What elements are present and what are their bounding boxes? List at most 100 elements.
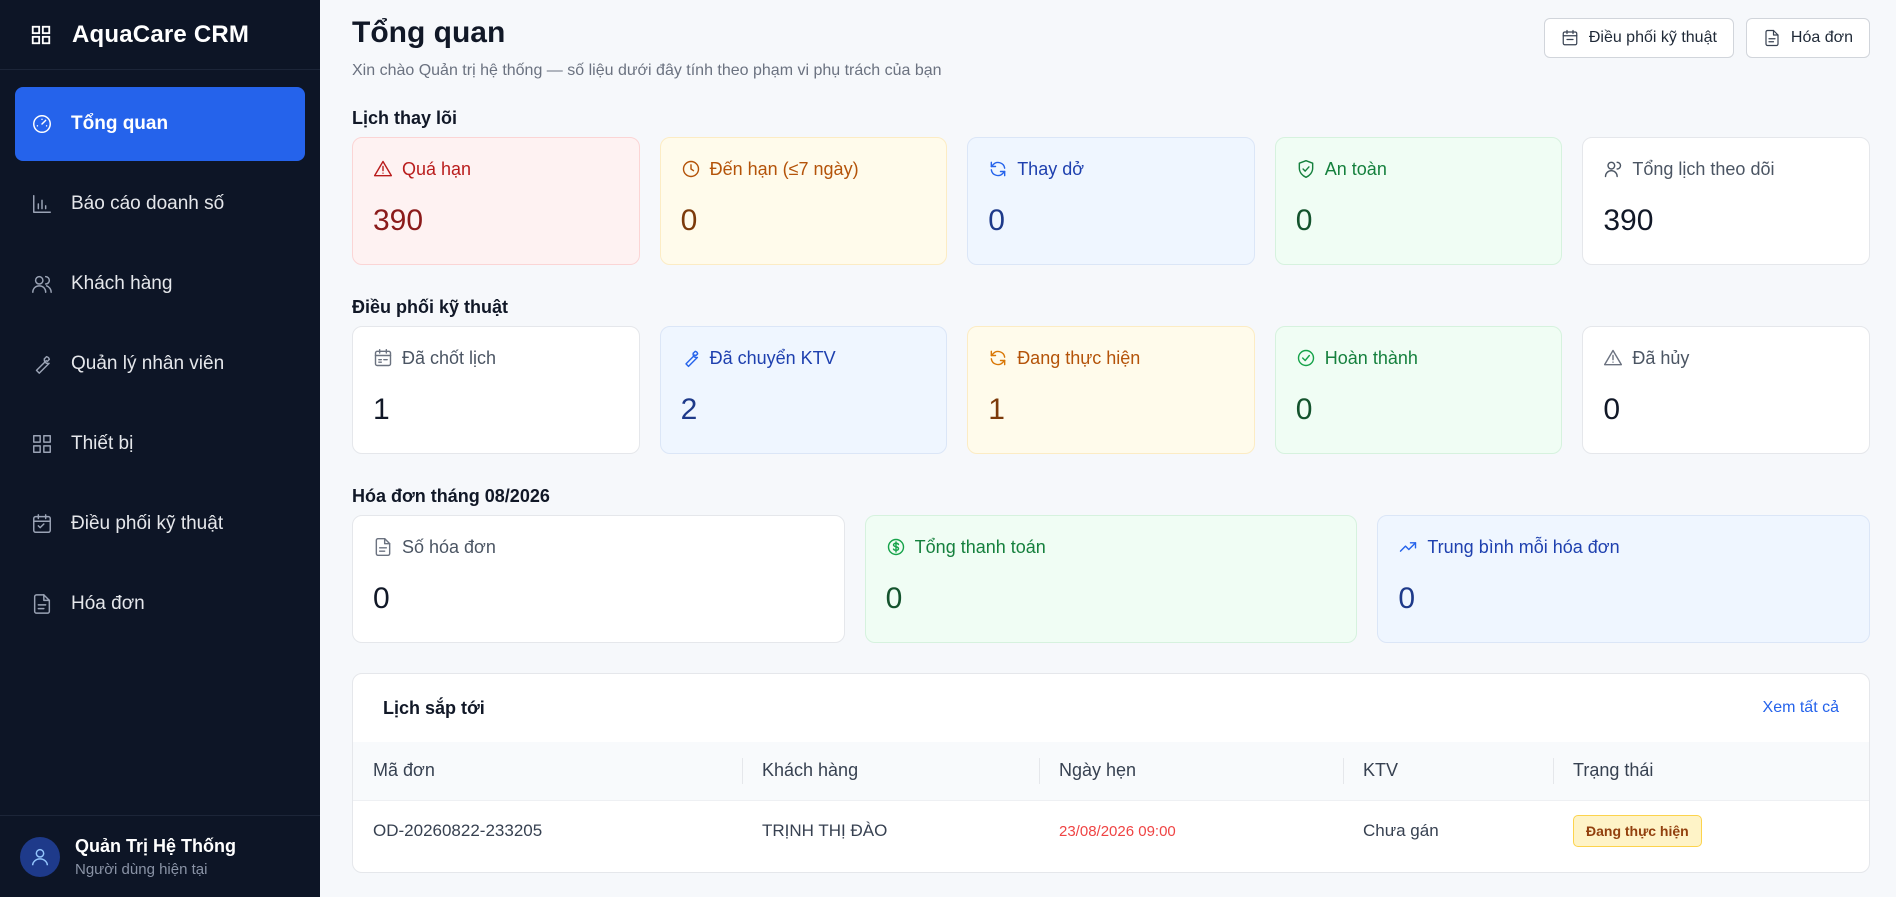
warning-icon [373,160,393,177]
card-label: Số hóa đơn [402,536,496,557]
card-value: 2 [680,393,698,426]
users-icon [31,273,53,295]
status-badge: Đang thực hiện [1573,815,1702,848]
card-label: Quá hạn [402,158,472,179]
card-value: 1 [988,393,1005,426]
users-icon [1605,161,1622,178]
current-user[interactable]: Quản Trị Hệ Thống Người dùng hiện tại [0,815,320,897]
customer-name: TRỊNH THỊ ĐÀO [762,821,888,841]
card-value: 0 [680,204,698,237]
cancelled-card[interactable]: Đã hủy 0 [1582,326,1870,454]
sidebar-item-sales-report[interactable]: Báo cáo doanh số [15,167,305,241]
card-label: Đang thực hiện [1017,347,1141,368]
sidebar-item-label: Quản lý nhân viên [71,353,225,374]
main-content: Tổng quan Xin chào Quản trị hệ thống — s… [320,0,1896,897]
user-role: Người dùng hiện tại [75,860,208,878]
invoice-cards: Số hóa đơn 0 Tổng thanh toán 0 Trung bìn… [352,515,1871,643]
sidebar-item-label: Thiết bị [71,433,134,454]
total-payment-card[interactable]: Tổng thanh toán 0 [864,515,1358,643]
clock-icon [682,160,699,178]
wrench-icon [684,350,698,368]
column-header-order-code[interactable]: Mã đơn [353,742,742,800]
check-circle-icon [1297,349,1314,367]
in-progress-card[interactable]: Đang thực hiện 1 [967,326,1255,454]
card-label: Đến hạn (≤7 ngày) [709,158,859,179]
card-value: 390 [1603,204,1654,237]
upcoming-panel-title: Lịch sắp tới [383,697,485,718]
sidebar-item-devices[interactable]: Thiết bị [15,407,305,481]
wrench-icon [31,353,53,375]
filter-schedule-cards: Quá hạn 390 Đến hạn (≤7 ngày) 0 Thay dở … [352,137,1870,265]
card-label: An toàn [1324,158,1387,179]
in-progress-replace-card[interactable]: Thay dở 0 [967,137,1255,265]
column-header-customer[interactable]: Khách hàng [742,742,1039,800]
dollar-circle-icon [887,538,904,556]
safe-card[interactable]: An toàn 0 [1274,137,1563,265]
upcoming-panel-header: Lịch sắp tới Xem tất cả [353,674,1869,742]
dispatch-cards: Đã chốt lịch 1 Đã chuyển KTV 2 Đang thực… [352,326,1870,454]
document-icon [31,593,53,615]
technician: Chưa gán [1363,821,1439,841]
calendar-icon [1562,29,1578,46]
sidebar-item-overview[interactable]: Tổng quan [15,87,305,161]
page-title: Tổng quan [352,16,506,49]
invoice-count-card[interactable]: Số hóa đơn 0 [352,515,845,643]
document-icon [1765,29,1779,47]
sidebar-item-invoices[interactable]: Hóa đơn [15,567,305,641]
assigned-technician-card[interactable]: Đã chuyển KTV 2 [659,326,948,454]
card-value: 390 [373,204,424,237]
scheduled-card[interactable]: Đã chốt lịch 1 [352,326,640,454]
sidebar-item-staff[interactable]: Quản lý nhân viên [15,327,305,401]
refresh-icon [990,350,1006,366]
card-label: Trung bình mỗi hóa đơn [1427,536,1620,557]
card-value: 0 [885,582,903,615]
card-value: 0 [1295,204,1313,237]
dispatch-section-title: Điều phối kỹ thuật [352,297,509,317]
average-invoice-card[interactable]: Trung bình mỗi hóa đơn 0 [1377,515,1871,643]
card-label: Đã hủy [1632,347,1690,368]
refresh-icon [990,161,1006,177]
column-header-status[interactable]: Trạng thái [1553,742,1869,800]
user-name: Quản Trị Hệ Thống [75,835,236,856]
table-row[interactable]: OD-20260822-233205 TRỊNH THỊ ĐÀO 23/08/2… [353,800,1869,862]
shield-check-icon [1298,159,1314,179]
sidebar: AquaCare CRM Tổng quan Báo cáo doanh số … [0,0,320,897]
sidebar-item-customers[interactable]: Khách hàng [15,247,305,321]
completed-card[interactable]: Hoàn thành 0 [1274,326,1563,454]
column-header-technician[interactable]: KTV [1343,742,1553,800]
brand: AquaCare CRM [0,0,320,70]
upcoming-panel: Lịch sắp tới Xem tất cả Mã đơn Khách hàn… [352,673,1870,873]
card-value: 0 [1603,393,1621,426]
calendar-icon [31,513,53,535]
overdue-card[interactable]: Quá hạn 390 [352,137,640,265]
bar-chart-icon [31,193,53,215]
card-value: 0 [1398,582,1416,615]
view-all-link[interactable]: Xem tất cả [1763,699,1839,717]
upcoming-table: Mã đơn Khách hàng Ngày hẹn KTV Trạng thá… [353,742,1869,862]
user-icon [31,848,49,865]
status-cell: Đang thực hiện [1553,800,1869,862]
table-header-row: Mã đơn Khách hàng Ngày hẹn KTV Trạng thá… [353,742,1869,800]
card-label: Đã chốt lịch [402,347,497,368]
calendar-icon [374,348,392,367]
page-header: Tổng quan Xin chào Quản trị hệ thống — s… [352,0,1870,110]
invoice-button[interactable]: Hóa đơn [1745,18,1870,58]
app-name: AquaCare CRM [72,20,250,48]
card-label: Thay dở [1017,158,1085,179]
dispatch-button[interactable]: Điều phối kỹ thuật [1543,18,1734,58]
column-header-date[interactable]: Ngày hẹn [1039,742,1343,800]
card-value: 0 [1295,393,1313,426]
invoice-section-title: Hóa đơn tháng 08/2026 [352,486,550,506]
warning-icon [1604,349,1623,366]
invoice-button-label: Hóa đơn [1790,29,1853,46]
grid-icon [31,433,53,455]
total-tracked-card[interactable]: Tổng lịch theo dõi 390 [1582,137,1870,265]
document-icon [375,537,391,557]
sidebar-item-label: Tổng quan [71,113,169,134]
filter-schedule-section-title: Lịch thay lõi [352,108,458,128]
sidebar-item-dispatch[interactable]: Điều phối kỹ thuật [15,487,305,561]
card-value: 0 [373,582,390,615]
due-soon-card[interactable]: Đến hạn (≤7 ngày) 0 [659,137,948,265]
dashboard-icon [31,113,53,135]
card-value: 0 [988,204,1005,237]
